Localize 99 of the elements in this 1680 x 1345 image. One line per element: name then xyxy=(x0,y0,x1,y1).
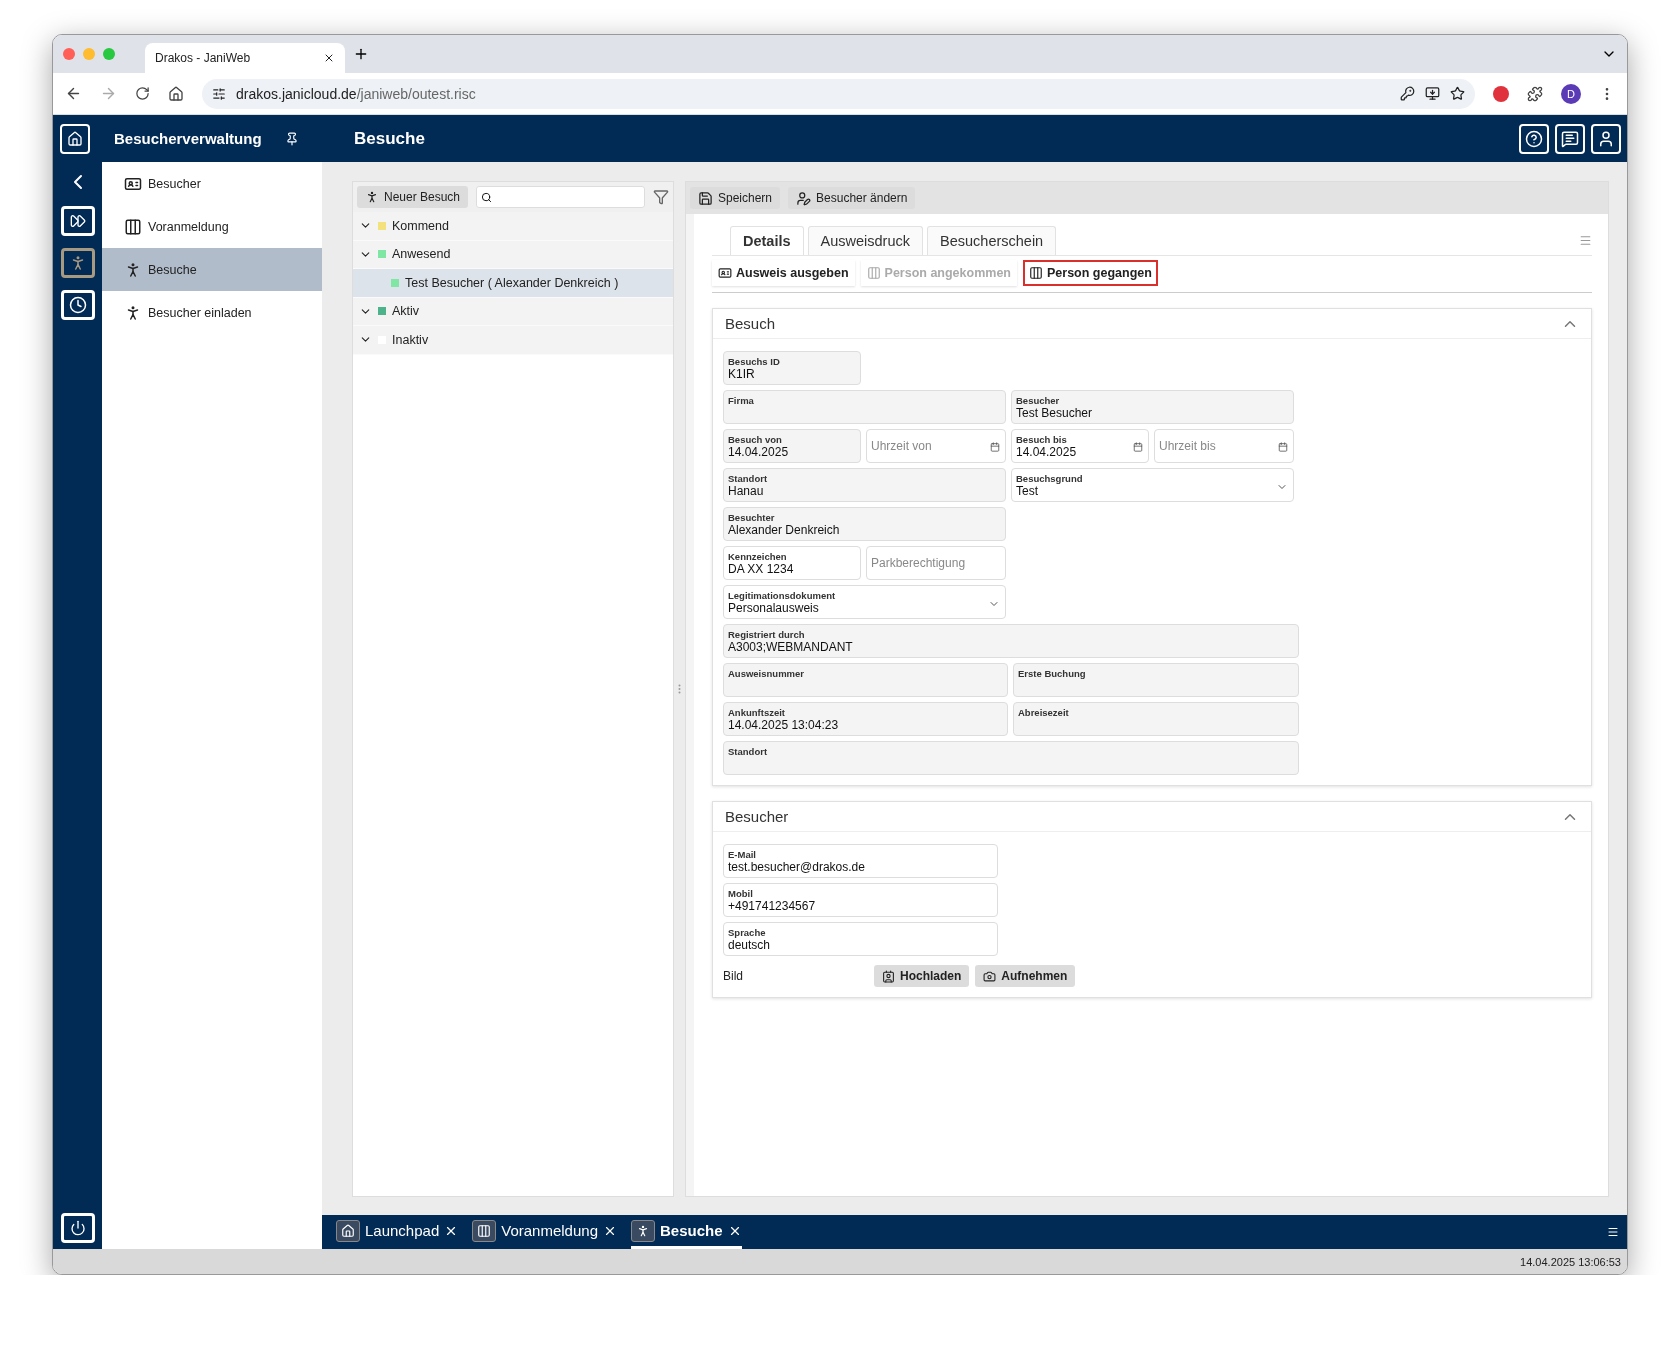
toolbar-button[interactable]: Besucher ändern xyxy=(788,187,916,209)
home-icon xyxy=(66,130,83,147)
columns-icon xyxy=(477,1223,492,1238)
site-settings-icon[interactable] xyxy=(212,86,226,101)
input-field[interactable]: Besuch von 14.04.2025 xyxy=(723,429,861,463)
clock-button[interactable] xyxy=(60,290,95,320)
tree-group[interactable]: Anwesend xyxy=(353,240,673,269)
input-field[interactable]: Kennzeichen DA XX 1234 xyxy=(723,546,861,580)
image-label: Bild xyxy=(723,969,744,983)
profile-avatar[interactable]: D xyxy=(1561,83,1581,104)
save-icon xyxy=(698,190,713,206)
input-field[interactable]: Erste Buchung xyxy=(1013,663,1299,697)
input-field[interactable]: Registriert durch A3003;WEBMANDANT xyxy=(723,624,1299,658)
input-field[interactable]: Uhrzeit bis xyxy=(1154,429,1294,463)
input-field[interactable]: Besuchs ID K1IR xyxy=(723,351,861,385)
section-title: Besuch xyxy=(725,315,776,332)
action-button[interactable]: Ausweis ausgeben xyxy=(712,260,855,286)
address-field[interactable]: drakos.janicloud.de/janiweb/outest.risc xyxy=(202,78,1475,109)
home-button[interactable] xyxy=(59,123,90,154)
browser-tab[interactable]: Drakos - JaniWeb xyxy=(145,43,345,73)
image-button[interactable]: Aufnehmen xyxy=(975,965,1076,987)
sidebar-item[interactable]: Voranmeldung xyxy=(102,205,322,248)
tree-group[interactable]: Aktiv xyxy=(353,297,673,326)
camera-icon xyxy=(983,969,997,983)
new-tab-icon[interactable] xyxy=(353,46,369,62)
user-button[interactable] xyxy=(1591,123,1621,154)
puzzle-icon[interactable] xyxy=(1527,85,1543,102)
search-icon xyxy=(481,191,493,203)
input-field[interactable]: Firma xyxy=(723,390,1006,424)
section-title: Besucher xyxy=(725,808,789,825)
columns-icon xyxy=(1029,266,1043,280)
help-icon xyxy=(1525,129,1543,148)
select-field[interactable]: Besuchsgrund Test xyxy=(1011,468,1294,502)
help-button[interactable] xyxy=(1519,123,1549,154)
status-time: 14.04.2025 13:06:53 xyxy=(1520,1255,1621,1268)
search-field[interactable] xyxy=(476,186,645,208)
input-field[interactable]: Standort xyxy=(723,741,1299,775)
home-icon xyxy=(341,1223,355,1238)
calendar-icon[interactable] xyxy=(1133,442,1143,452)
user-icon xyxy=(1597,129,1615,148)
input-field[interactable]: Besuchter Alexander Denkreich xyxy=(723,507,1006,541)
tree-group[interactable]: Inaktiv xyxy=(353,326,673,355)
power-icon xyxy=(69,1220,86,1236)
extension-icon[interactable] xyxy=(1493,85,1509,102)
calendar-icon[interactable] xyxy=(1278,442,1288,452)
tree-group[interactable]: Kommend xyxy=(353,212,673,241)
id-card-icon xyxy=(718,266,732,280)
tab[interactable]: Ausweisdruck xyxy=(807,226,923,255)
input-field[interactable]: Besucher Test Besucher xyxy=(1011,390,1294,424)
page-title: Besuche xyxy=(354,128,426,149)
splitter-handle[interactable] xyxy=(678,684,681,694)
reload-icon[interactable] xyxy=(135,86,150,101)
image-button[interactable]: Hochladen xyxy=(874,965,970,987)
sidebar-item[interactable]: Besuche xyxy=(102,248,322,291)
clock-icon xyxy=(68,296,87,314)
columns-icon xyxy=(866,266,881,280)
back-icon[interactable] xyxy=(65,85,82,102)
user-edit-icon xyxy=(796,190,812,206)
install-icon[interactable] xyxy=(1425,86,1440,101)
input-field[interactable]: Sprache deutsch xyxy=(723,922,998,956)
contact-icon xyxy=(882,969,895,983)
input-field[interactable]: Ausweisnummer xyxy=(723,663,1008,697)
person-icon xyxy=(636,1223,650,1238)
key-icon[interactable] xyxy=(1400,86,1415,101)
input-field[interactable]: Besuch bis 14.04.2025 xyxy=(1011,429,1149,463)
chat-button[interactable] xyxy=(1555,123,1585,154)
taskbar-tab[interactable]: Voranmeldung xyxy=(472,1215,617,1249)
columns-icon xyxy=(124,217,142,236)
star-icon[interactable] xyxy=(1450,86,1465,101)
home-icon[interactable] xyxy=(168,85,184,102)
sidebar-item[interactable]: Besucher xyxy=(102,162,322,205)
filter-icon[interactable] xyxy=(653,189,669,205)
person-icon xyxy=(365,190,379,204)
sidebar-item[interactable]: Besucher einladen xyxy=(102,291,322,334)
calendar-icon[interactable] xyxy=(990,442,1000,452)
new-visit-button[interactable]: Neuer Besuch xyxy=(357,186,469,208)
tab[interactable]: Details xyxy=(730,226,804,255)
input-field[interactable]: Standort Hanau xyxy=(723,468,1006,502)
tab[interactable]: Besucherschein xyxy=(927,226,1057,255)
tree-item[interactable]: Test Besucher ( Alexander Denkreich ) xyxy=(353,269,673,298)
chat-icon xyxy=(1561,129,1579,148)
input-field[interactable]: Mobil +491741234567 xyxy=(723,883,998,917)
input-field[interactable]: Parkberechtigung xyxy=(866,546,1006,580)
visitor-button[interactable] xyxy=(60,248,95,278)
action-button[interactable]: Person gegangen xyxy=(1023,260,1158,286)
toolbar-button[interactable]: Speichern xyxy=(690,187,781,209)
input-field[interactable]: Uhrzeit von xyxy=(866,429,1006,463)
pin-icon[interactable] xyxy=(285,131,299,146)
play-button[interactable] xyxy=(60,206,95,236)
input-field[interactable]: Ankunftszeit 14.04.2025 13:04:23 xyxy=(723,702,1008,736)
menu-icon[interactable] xyxy=(1607,1226,1619,1238)
select-field[interactable]: Legitimationsdokument Personalausweis xyxy=(723,585,1006,619)
taskbar-tab[interactable]: Launchpad xyxy=(336,1215,459,1249)
close-icon[interactable] xyxy=(323,52,335,64)
module-title: Besucherverwaltung xyxy=(113,130,263,147)
power-button[interactable] xyxy=(60,1213,95,1243)
input-field[interactable]: E-Mail test.besucher@drakos.de xyxy=(723,844,998,878)
input-field[interactable]: Abreisezeit xyxy=(1013,702,1299,736)
fast-forward-icon xyxy=(69,213,86,229)
